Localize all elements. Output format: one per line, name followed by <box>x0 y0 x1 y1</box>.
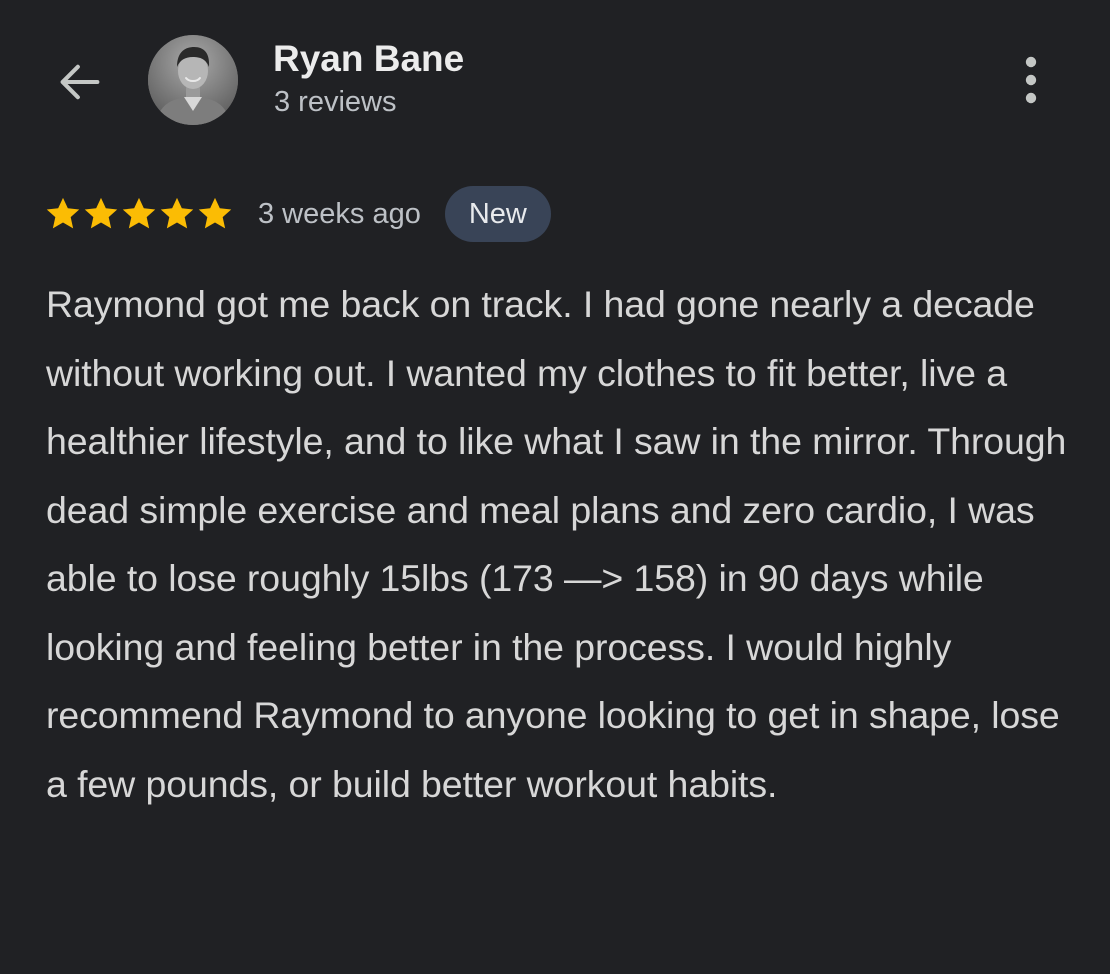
star-icon <box>46 197 80 229</box>
new-badge: New <box>444 186 551 242</box>
star-icon <box>160 197 194 229</box>
arrow-left-icon <box>60 64 100 100</box>
star-icon <box>122 197 156 229</box>
more-options-button[interactable] <box>1006 52 1056 108</box>
rating-row: 3 weeks ago New <box>44 186 551 242</box>
user-avatar-photo <box>148 35 238 125</box>
back-button[interactable] <box>48 52 112 112</box>
star-icon <box>84 197 118 229</box>
review-time: 3 weeks ago <box>258 197 421 230</box>
more-vertical-icon <box>1025 56 1037 104</box>
avatar[interactable] <box>148 35 238 125</box>
reviewer-review-count: 3 reviews <box>274 86 397 118</box>
star-rating <box>44 186 234 242</box>
review-header: Ryan Bane 3 reviews <box>0 0 1110 160</box>
star-icon <box>198 197 232 229</box>
reviewer-name[interactable]: Ryan Bane <box>273 38 464 80</box>
review-text: Raymond got me back on track. I had gone… <box>46 283 1067 805</box>
